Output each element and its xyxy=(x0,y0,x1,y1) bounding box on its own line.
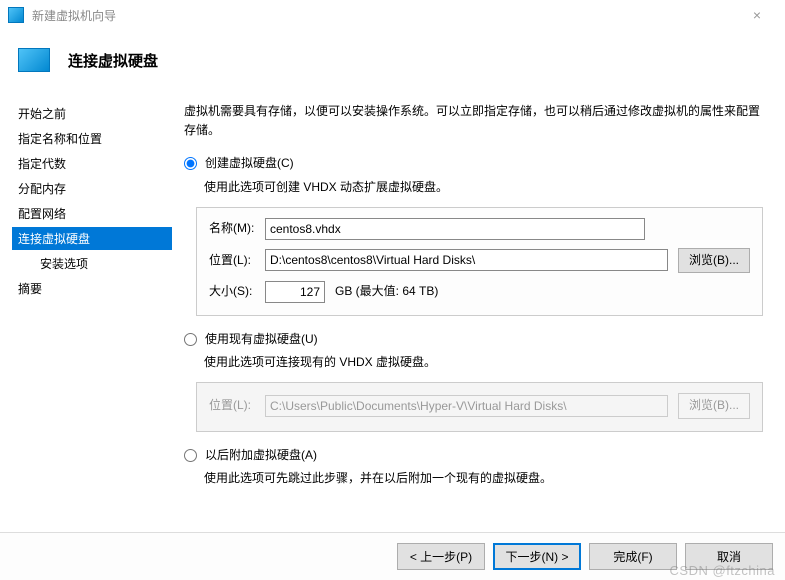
location-input[interactable] xyxy=(265,249,668,271)
page-title: 连接虚拟硬盘 xyxy=(68,50,158,71)
title-bar: 新建虚拟机向导 × xyxy=(0,0,785,30)
browse-location-button[interactable]: 浏览(B)... xyxy=(678,248,750,273)
wizard-content: 虚拟机需要具有存储，以便可以安装操作系统。可以立即指定存储，也可以稍后通过修改虚… xyxy=(172,92,785,532)
name-input[interactable] xyxy=(265,218,645,240)
existing-location-input xyxy=(265,395,668,417)
step-network[interactable]: 配置网络 xyxy=(12,202,172,225)
existing-vhd-form: 位置(L): 浏览(B)... xyxy=(196,382,763,431)
window-icon xyxy=(8,7,24,23)
wizard-header: 连接虚拟硬盘 xyxy=(0,30,785,92)
cancel-button[interactable]: 取消 xyxy=(685,543,773,570)
radio-attach-later-label: 以后附加虚拟硬盘(A) xyxy=(205,446,317,465)
existing-location-label: 位置(L): xyxy=(209,396,265,415)
step-before-begin[interactable]: 开始之前 xyxy=(12,102,172,125)
size-suffix: GB (最大值: 64 TB) xyxy=(335,282,438,301)
radio-create-vhd-label: 创建虚拟硬盘(C) xyxy=(205,154,294,173)
wizard-steps-sidebar: 开始之前 指定名称和位置 指定代数 分配内存 配置网络 连接虚拟硬盘 安装选项 … xyxy=(0,92,172,532)
window-title: 新建虚拟机向导 xyxy=(32,7,737,24)
close-button[interactable]: × xyxy=(737,7,777,23)
location-label: 位置(L): xyxy=(209,251,265,270)
size-input[interactable] xyxy=(265,281,325,303)
wizard-footer: < 上一步(P) 下一步(N) > 完成(F) 取消 xyxy=(0,532,785,580)
next-button[interactable]: 下一步(N) > xyxy=(493,543,581,570)
radio-existing-vhd[interactable] xyxy=(184,333,197,346)
radio-attach-later[interactable] xyxy=(184,449,197,462)
step-install-options[interactable]: 安装选项 xyxy=(12,252,172,275)
browse-existing-button: 浏览(B)... xyxy=(678,393,750,418)
finish-button[interactable]: 完成(F) xyxy=(589,543,677,570)
previous-button[interactable]: < 上一步(P) xyxy=(397,543,485,570)
radio-existing-vhd-desc: 使用此选项可连接现有的 VHDX 虚拟硬盘。 xyxy=(204,353,763,372)
size-label: 大小(S): xyxy=(209,282,265,301)
radio-existing-vhd-label: 使用现有虚拟硬盘(U) xyxy=(205,330,318,349)
radio-attach-later-desc: 使用此选项可先跳过此步骤，并在以后附加一个现有的虚拟硬盘。 xyxy=(204,469,763,488)
radio-create-vhd-desc: 使用此选项可创建 VHDX 动态扩展虚拟硬盘。 xyxy=(204,178,763,197)
radio-create-vhd[interactable] xyxy=(184,157,197,170)
create-vhd-form: 名称(M): 位置(L): 浏览(B)... 大小(S): GB (最大值: 6… xyxy=(196,207,763,316)
step-connect-vhd[interactable]: 连接虚拟硬盘 xyxy=(12,227,172,250)
wizard-icon xyxy=(18,48,50,72)
step-generation[interactable]: 指定代数 xyxy=(12,152,172,175)
step-memory[interactable]: 分配内存 xyxy=(12,177,172,200)
name-label: 名称(M): xyxy=(209,219,265,238)
step-summary[interactable]: 摘要 xyxy=(12,277,172,300)
step-name-location[interactable]: 指定名称和位置 xyxy=(12,127,172,150)
intro-text: 虚拟机需要具有存储，以便可以安装操作系统。可以立即指定存储，也可以稍后通过修改虚… xyxy=(184,102,763,140)
